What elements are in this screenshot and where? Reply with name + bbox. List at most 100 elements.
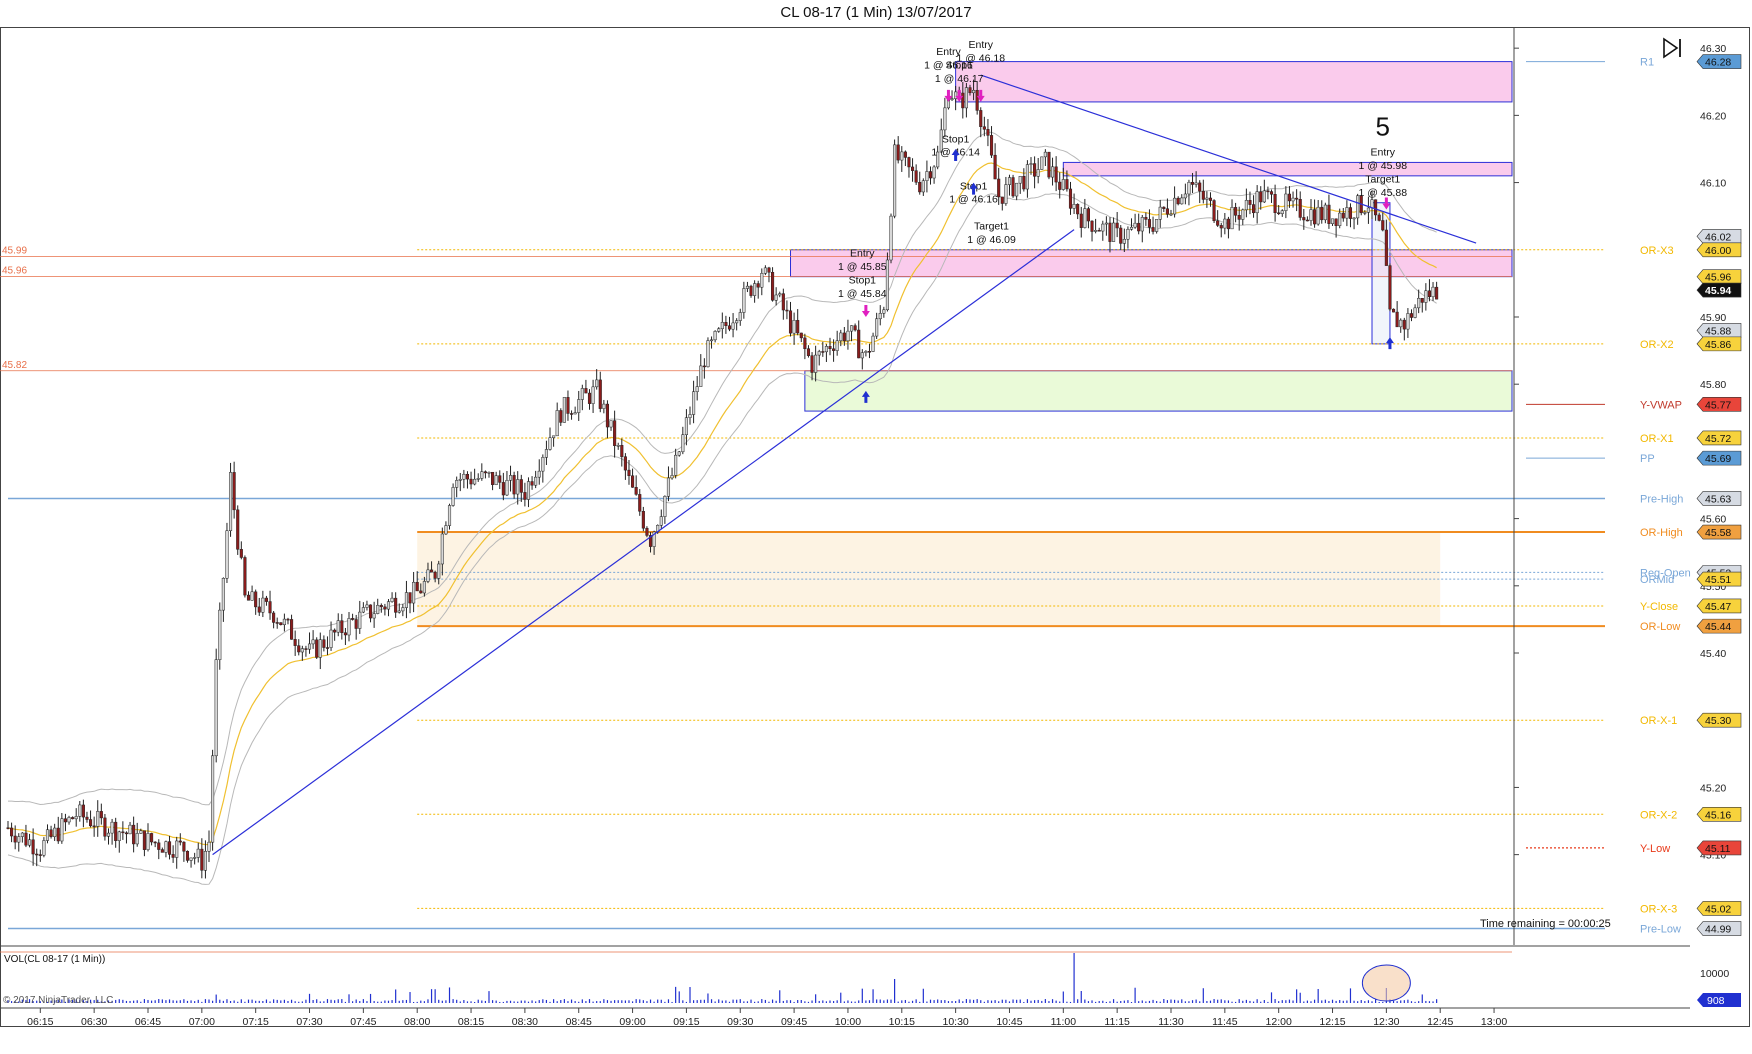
candle-body bbox=[117, 831, 121, 841]
price-flag-label: 45.86 bbox=[1705, 339, 1731, 351]
candle-body bbox=[430, 569, 434, 573]
candle-body bbox=[1180, 197, 1184, 205]
candle-body bbox=[268, 601, 272, 614]
price-flag-label: 45.30 bbox=[1705, 715, 1731, 727]
candle-body bbox=[433, 571, 437, 579]
level-label: Y-Close bbox=[1640, 601, 1678, 613]
candle-body bbox=[832, 348, 836, 351]
candle-body bbox=[167, 841, 172, 855]
candle-body bbox=[875, 318, 879, 337]
candle-body bbox=[157, 842, 161, 850]
candle-body bbox=[1108, 222, 1112, 242]
candle-body bbox=[1244, 200, 1248, 211]
candle-body bbox=[1409, 313, 1414, 318]
candle-body bbox=[677, 451, 681, 456]
candle-body bbox=[1162, 206, 1166, 209]
scroll-to-end-button[interactable] bbox=[1660, 36, 1686, 60]
candle-body bbox=[128, 824, 132, 835]
candle-body bbox=[110, 821, 114, 834]
x-tick-label: 07:30 bbox=[296, 1016, 322, 1028]
candle-body bbox=[810, 355, 814, 373]
candle-body bbox=[1015, 182, 1019, 197]
x-tick-label: 12:45 bbox=[1427, 1016, 1453, 1028]
price-marker-label: 45.96 bbox=[2, 266, 27, 277]
candle-body bbox=[1406, 313, 1410, 330]
candle-body bbox=[404, 592, 408, 608]
candle-body bbox=[1115, 222, 1119, 229]
candle-body bbox=[114, 821, 118, 841]
candle-body bbox=[1155, 219, 1159, 232]
candle-body bbox=[1097, 230, 1101, 232]
candle-body bbox=[1126, 229, 1130, 240]
candle-body bbox=[444, 525, 448, 535]
candle-body bbox=[279, 622, 283, 625]
candle-body bbox=[1248, 200, 1252, 205]
candle-body bbox=[641, 511, 645, 529]
candle-body bbox=[135, 833, 139, 845]
candle-body bbox=[1237, 215, 1241, 220]
candle-body bbox=[1076, 204, 1080, 215]
candle-body bbox=[1216, 220, 1220, 226]
candle-body bbox=[921, 180, 925, 193]
trade-annotation: 1 @ 45.85 bbox=[838, 261, 887, 273]
candle-body bbox=[1165, 208, 1169, 215]
candle-body bbox=[297, 645, 301, 653]
x-tick-label: 10:00 bbox=[835, 1016, 861, 1028]
candle-body bbox=[1427, 290, 1431, 298]
candle-body bbox=[1194, 182, 1198, 185]
level-label: OR-X-2 bbox=[1640, 809, 1677, 821]
candle-body bbox=[867, 351, 872, 353]
candle-body bbox=[580, 388, 584, 400]
trade-annotation: 1 @ 45.88 bbox=[1358, 187, 1407, 199]
candle-body bbox=[760, 273, 764, 288]
candle-body bbox=[1169, 213, 1173, 216]
candle-body bbox=[214, 659, 218, 757]
candle-body bbox=[674, 454, 678, 476]
candle-body bbox=[182, 841, 186, 852]
candle-body bbox=[1388, 265, 1392, 310]
candle-body bbox=[666, 477, 671, 497]
candle-body bbox=[591, 386, 595, 404]
candle-body bbox=[1104, 222, 1108, 225]
candle-body bbox=[1086, 208, 1090, 222]
candle-body bbox=[785, 309, 789, 312]
x-tick-label: 11:45 bbox=[1212, 1016, 1238, 1028]
candle-body bbox=[1356, 195, 1360, 219]
candle-body bbox=[462, 473, 466, 480]
candle-body bbox=[307, 643, 312, 650]
candle-body bbox=[1033, 163, 1037, 177]
x-tick-label: 06:45 bbox=[135, 1016, 161, 1028]
candle-body bbox=[1122, 238, 1126, 244]
candle-body bbox=[455, 480, 459, 488]
candle-body bbox=[451, 487, 455, 506]
price-chart[interactable]: R1 OR-X3 OR-X2 Y-VWAP OR-X1 PP Pre-High OR-High… bbox=[0, 0, 1752, 1054]
candle-body bbox=[1291, 197, 1295, 202]
candle-body bbox=[1309, 209, 1313, 221]
level-label: OR-X-1 bbox=[1640, 715, 1677, 727]
candle-body bbox=[796, 320, 800, 334]
candle-body bbox=[534, 476, 538, 486]
candle-body bbox=[1273, 194, 1277, 214]
candle-body bbox=[659, 516, 663, 526]
candle-body bbox=[10, 827, 14, 837]
candle-body bbox=[6, 827, 10, 829]
candle-body bbox=[1345, 207, 1349, 219]
candle-body bbox=[207, 841, 211, 852]
candle-body bbox=[1094, 230, 1098, 232]
y-tick-label: 45.60 bbox=[1700, 514, 1726, 526]
y-tick-label: 46.20 bbox=[1700, 110, 1726, 122]
candle-body bbox=[67, 817, 71, 823]
candle-body bbox=[96, 811, 100, 827]
volume-tick-label: 10000 bbox=[1700, 968, 1729, 980]
candle-body bbox=[193, 857, 197, 859]
candle-body bbox=[670, 475, 674, 479]
candle-body bbox=[993, 154, 997, 180]
x-tick-label: 12:15 bbox=[1319, 1016, 1345, 1028]
candle-body bbox=[1420, 297, 1424, 303]
candle-body bbox=[408, 592, 412, 604]
candle-body bbox=[361, 607, 365, 613]
candle-body bbox=[1363, 212, 1367, 214]
x-tick-label: 08:30 bbox=[512, 1016, 538, 1028]
candle-body bbox=[106, 832, 111, 837]
candle-body bbox=[914, 170, 918, 183]
